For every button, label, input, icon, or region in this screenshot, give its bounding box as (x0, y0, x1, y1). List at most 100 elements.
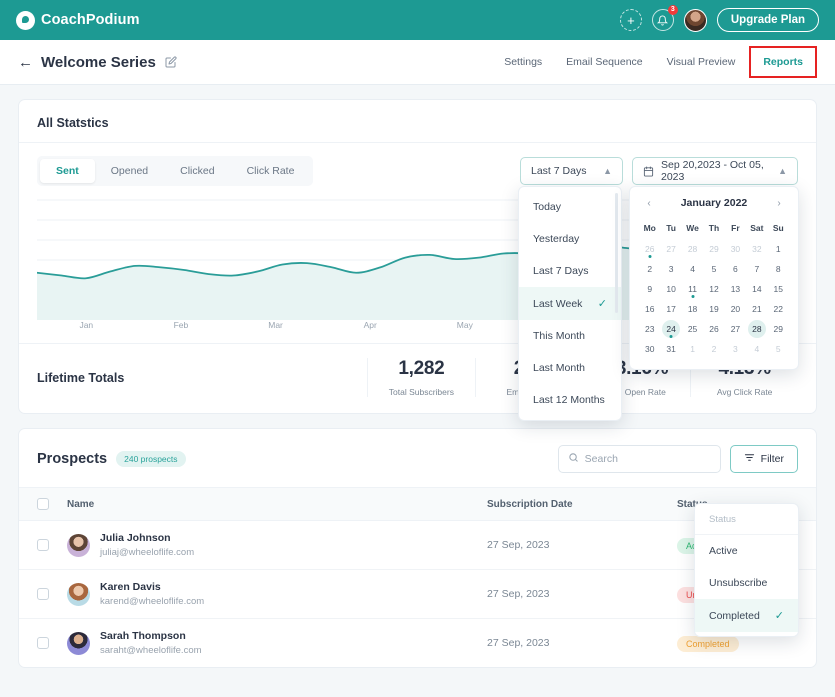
calendar-day[interactable]: 32 (746, 239, 767, 259)
column-name[interactable]: Name (67, 487, 487, 521)
person: Julia Johnson juliaj@wheeloflife.com (67, 532, 487, 558)
range-select[interactable]: Last 7 Days ▲ (520, 157, 623, 185)
dropdown-scrollbar[interactable] (615, 193, 618, 313)
calendar-day[interactable]: 3 (660, 259, 681, 279)
status-option-label: Active (709, 545, 738, 557)
row-checkbox[interactable] (37, 539, 49, 551)
row-name-cell: Sarah Thompson saraht@wheeloflife.com (67, 619, 487, 668)
calendar-day[interactable]: 7 (746, 259, 767, 279)
prospect-name: Karen Davis (100, 581, 161, 593)
segment-click-rate[interactable]: Click Rate (231, 159, 311, 183)
calendar-day[interactable]: 28 (746, 319, 767, 339)
brand-name: CoachPodium (41, 12, 140, 28)
calendar-day[interactable]: 15 (768, 279, 789, 299)
range-option-last-7-days[interactable]: Last 7 Days (519, 255, 621, 287)
avg-click-rate-caption: Avg Click Rate (716, 387, 773, 397)
calendar-day[interactable]: 27 (725, 319, 746, 339)
check-icon: ✓ (597, 298, 607, 310)
prospect-email: saraht@wheeloflife.com (100, 645, 202, 656)
calendar-day[interactable]: 12 (703, 279, 724, 299)
segment-clicked[interactable]: Clicked (164, 159, 230, 183)
calendar-day[interactable]: 22 (768, 299, 789, 319)
section-tabs: Settings Email Sequence Visual Preview R… (494, 46, 817, 78)
calendar-day[interactable]: 17 (660, 299, 681, 319)
calendar-day[interactable]: 10 (660, 279, 681, 299)
calendar-day[interactable]: 2 (703, 339, 724, 359)
status-option-completed[interactable]: Completed ✓ (695, 599, 798, 632)
search-placeholder: Search (584, 453, 618, 465)
plus-icon[interactable]: + (619, 9, 642, 31)
bell-icon[interactable]: 3 (651, 5, 678, 31)
range-option-last-12-months[interactable]: Last 12 Months (519, 384, 621, 416)
filter-button[interactable]: Filter (729, 445, 798, 473)
statistics-title: All Statstics (37, 116, 109, 130)
calendar-day[interactable]: 23 (639, 319, 660, 339)
calendar-day[interactable]: 26 (703, 319, 724, 339)
calendar-day[interactable]: 30 (725, 239, 746, 259)
calendar-day[interactable]: 31 (660, 339, 681, 359)
status-option-unsubscribe[interactable]: Unsubscribe (695, 567, 798, 599)
calendar-day[interactable]: 13 (725, 279, 746, 299)
calendar-day[interactable]: 3 (725, 339, 746, 359)
segment-opened[interactable]: Opened (95, 159, 164, 183)
tab-settings[interactable]: Settings (494, 50, 552, 74)
column-subscription-date[interactable]: Subscription Date (487, 487, 677, 521)
top-bar: CoachPodium + 3 Upgrade Plan (0, 0, 835, 40)
search-input[interactable]: Search (557, 445, 721, 473)
calendar-day[interactable]: 1 (768, 239, 789, 259)
avatar[interactable] (683, 8, 707, 32)
row-checkbox[interactable] (37, 588, 49, 600)
calendar-day[interactable]: 21 (746, 299, 767, 319)
chevron-right-icon[interactable]: › (773, 198, 785, 209)
calendar-day[interactable]: 14 (746, 279, 767, 299)
range-option-last-month[interactable]: Last Month (519, 352, 621, 384)
tab-visual-preview[interactable]: Visual Preview (657, 50, 746, 74)
calendar-day[interactable]: 2 (639, 259, 660, 279)
chevron-left-icon[interactable]: ‹ (643, 198, 655, 209)
status-option-active[interactable]: Active (695, 535, 798, 567)
calendar-day[interactable]: 4 (682, 259, 703, 279)
calendar-day[interactable]: 27 (660, 239, 681, 259)
calendar-day[interactable]: 18 (682, 299, 703, 319)
date-controls: Last 7 Days ▲ Sep 20,2023 - Oct 05, 2023… (520, 157, 798, 185)
calendar-day[interactable]: 29 (703, 239, 724, 259)
x-tick: Jan (79, 320, 94, 330)
calendar-day[interactable]: 30 (639, 339, 660, 359)
back-arrow-icon[interactable]: ← (18, 54, 33, 71)
date-range-select[interactable]: Sep 20,2023 - Oct 05, 2023 ▲ (632, 157, 798, 185)
range-option-this-month[interactable]: This Month (519, 320, 621, 352)
chevron-up-icon: ▲ (603, 166, 612, 176)
calendar-day[interactable]: 1 (682, 339, 703, 359)
calendar-day[interactable]: 16 (639, 299, 660, 319)
range-option-yesterday[interactable]: Yesterday (519, 223, 621, 255)
calendar-day[interactable]: 25 (682, 319, 703, 339)
row-checkbox[interactable] (37, 637, 49, 649)
calendar-day[interactable]: 28 (682, 239, 703, 259)
calendar-day[interactable]: 8 (768, 259, 789, 279)
tab-reports[interactable]: Reports (753, 50, 813, 74)
range-option-last-week[interactable]: Last Week ✓ (519, 287, 621, 320)
prospects-toolbar: Search Filter (557, 445, 798, 473)
tab-email-sequence[interactable]: Email Sequence (556, 50, 652, 74)
calendar-day[interactable]: 26 (639, 239, 660, 259)
segment-sent[interactable]: Sent (40, 159, 95, 183)
brand-logo[interactable]: CoachPodium (16, 10, 140, 30)
calendar-day[interactable]: 19 (703, 299, 724, 319)
calendar-day[interactable]: 4 (746, 339, 767, 359)
edit-pencil-icon[interactable] (165, 56, 177, 68)
upgrade-plan-button[interactable]: Upgrade Plan (716, 8, 819, 32)
chevron-up-icon: ▲ (778, 166, 787, 176)
range-option-today[interactable]: Today (519, 191, 621, 223)
calendar-day[interactable]: 29 (768, 319, 789, 339)
calendar-day[interactable]: 6 (725, 259, 746, 279)
date-range-calendar: ‹ January 2022 › Mo Tu We Th Fr Sat Su 26 27 28 29… (629, 186, 799, 370)
select-all-checkbox[interactable] (37, 498, 49, 510)
calendar-weekday: We (686, 223, 699, 233)
calendar-day[interactable]: 9 (639, 279, 660, 299)
calendar-day[interactable]: 11 (682, 279, 703, 299)
calendar-day[interactable]: 5 (703, 259, 724, 279)
calendar-day[interactable]: 5 (768, 339, 789, 359)
filter-label: Filter (760, 453, 784, 465)
calendar-day[interactable]: 20 (725, 299, 746, 319)
calendar-day[interactable]: 24 (660, 319, 681, 339)
